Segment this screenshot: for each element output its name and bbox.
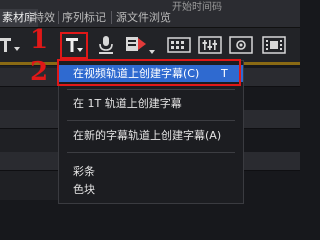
grid-view-icon [167,37,191,53]
audio-mixer-button[interactable] [198,35,222,55]
menu-divider [67,120,235,121]
menu-item-color-matte[interactable]: 色块 [59,181,243,198]
tab-divider [58,11,59,24]
step-2-annotation: 2 [30,57,49,87]
create-title-button[interactable] [60,32,88,59]
tab-divider [111,11,112,24]
dropdown-t-icon[interactable] [0,35,22,55]
clip-marker-icon [126,37,155,54]
settings-grid-icon [229,36,253,54]
tab-sequence-markers[interactable]: 序列标记 [62,9,106,27]
menu-item-create-title-on-1t-track[interactable]: 在 1T 轨道上创建字幕 [59,95,243,112]
menu-item-color-bars[interactable]: 彩条 [59,163,243,180]
voiceover-button[interactable] [96,34,116,56]
clip-marker-button[interactable] [124,34,158,56]
storyboard-button[interactable] [167,35,191,55]
menu-divider [67,89,235,90]
film-icon [262,36,286,54]
voiceover-icon [99,36,113,54]
panel-tab-bar: 素材库 特效 序列标记 源文件浏览 开始时间码 [0,0,300,28]
step-1-annotation: 1 [30,25,49,55]
timecode-column-header: 开始时间码 [172,2,222,13]
highlight-annotation-box [57,59,241,86]
mixer-icon [198,36,222,54]
menu-item-create-title-on-new-track[interactable]: 在新的字幕轨道上创建字幕(A) [59,127,243,144]
tab-divider [29,11,30,24]
export-button[interactable] [262,35,286,55]
tab-source-browser[interactable]: 源文件浏览 [116,9,171,27]
settings-button[interactable] [229,35,253,55]
menu-divider [67,152,235,153]
title-t-icon [66,38,83,52]
